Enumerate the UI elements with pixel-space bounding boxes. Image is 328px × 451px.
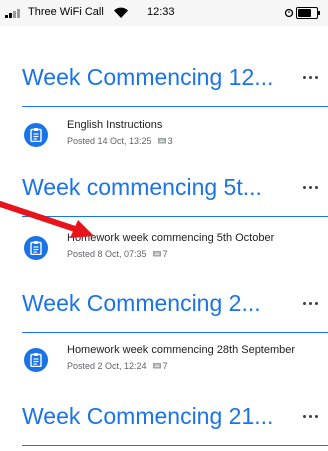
carrier-name: Three WiFi Call — [28, 6, 104, 18]
item-meta: Posted 14 Oct, 13:25 3 — [67, 135, 173, 147]
more-horizontal-icon[interactable] — [302, 294, 320, 312]
comment-count: 7 — [162, 249, 168, 259]
comment-count: 3 — [167, 136, 173, 146]
comment-count: 7 — [162, 361, 168, 371]
comment-icon — [152, 251, 161, 257]
comment-icon — [157, 138, 166, 144]
more-horizontal-icon[interactable] — [302, 407, 320, 425]
list-item[interactable]: Homework week commencing 28th September … — [0, 343, 328, 387]
list-item[interactable]: English Instructions Posted 14 Oct, 13:2… — [0, 118, 328, 162]
more-horizontal-icon[interactable] — [302, 178, 320, 196]
topic-title[interactable]: Week Commencing 2... — [22, 288, 284, 318]
item-title: English Instructions — [67, 119, 163, 131]
annotation-arrow-icon — [0, 201, 94, 238]
battery-icon — [296, 7, 320, 19]
status-time: 12:33 — [147, 6, 175, 18]
topic-divider — [22, 106, 328, 107]
assignment-icon — [24, 348, 48, 372]
assignment-icon — [24, 123, 48, 147]
more-horizontal-icon[interactable] — [302, 68, 320, 86]
signal-strength-icon — [5, 8, 25, 18]
posted-date: Posted 14 Oct, 13:25 — [67, 136, 152, 146]
wifi-icon — [114, 7, 128, 19]
item-meta: Posted 2 Oct, 12:24 7 — [67, 360, 168, 372]
topic-title[interactable]: Week Commencing 21... — [22, 401, 284, 431]
topic-header: Week Commencing 2... — [0, 288, 328, 338]
topic-title[interactable]: Week Commencing 12... — [22, 62, 284, 92]
item-title: Homework week commencing 28th September — [67, 344, 296, 356]
comment-icon — [152, 363, 161, 369]
topic-header: Week Commencing 12... — [0, 62, 328, 112]
status-bar: Three WiFi Call 12:33 — [0, 0, 328, 26]
posted-date: Posted 2 Oct, 12:24 — [67, 361, 147, 371]
posted-date: Posted 8 Oct, 07:35 — [67, 249, 147, 259]
topic-divider — [22, 445, 328, 446]
topic-divider — [22, 332, 328, 333]
alarm-icon — [284, 8, 294, 18]
topic-header: Week Commencing 21... — [0, 401, 328, 451]
